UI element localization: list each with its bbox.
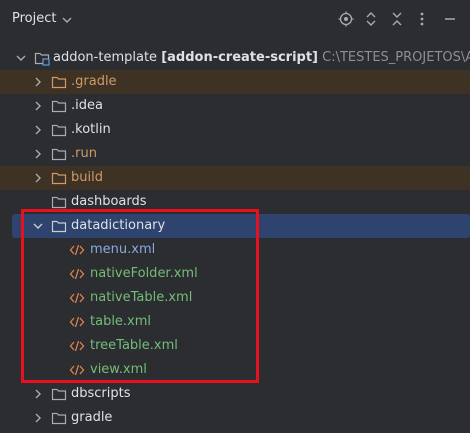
collapse-all-icon[interactable]	[389, 11, 405, 27]
tree-item-gradle[interactable]: gradle	[0, 406, 470, 430]
chevron-right-icon[interactable]	[32, 172, 44, 184]
xml-file-icon	[69, 244, 85, 256]
folder-icon	[51, 100, 67, 113]
tree-item-label: .gradle	[71, 74, 117, 89]
tree-item-label: .idea	[71, 98, 103, 113]
folder-icon	[51, 220, 67, 233]
root-path: C:\TESTES_PROJETOS\Addo	[322, 50, 470, 65]
folder-icon	[51, 124, 67, 137]
locate-icon[interactable]	[338, 11, 354, 27]
tree-item-label: table.xml	[90, 314, 152, 329]
tree-item-label: .kotlin	[71, 122, 111, 137]
chevron-down-icon[interactable]	[15, 52, 27, 64]
options-icon[interactable]	[414, 11, 430, 27]
minimize-icon[interactable]	[442, 11, 458, 27]
tree-root-row[interactable]: addon-template [addon-create-script] C:\…	[0, 46, 470, 70]
tree-item-label: .run	[71, 146, 97, 161]
folder-icon	[51, 76, 67, 89]
tree-item-dashboards[interactable]: dashboards	[0, 190, 470, 214]
chevron-down-icon[interactable]	[32, 220, 44, 232]
tree-item-label: dashboards	[71, 194, 147, 209]
folder-icon	[51, 148, 67, 161]
xml-file-icon	[69, 292, 85, 304]
xml-file-icon	[69, 340, 85, 352]
expand-all-icon[interactable]	[363, 11, 379, 27]
tree-file-nativetable-xml[interactable]: nativeTable.xml	[0, 286, 470, 310]
tree-item-label: build	[71, 170, 103, 185]
tree-item-label: treeTable.xml	[90, 338, 178, 353]
tree-item-kotlin[interactable]: .kotlin	[0, 118, 470, 142]
tree-item-label: gradle	[71, 410, 113, 425]
tree-file-nativefolder-xml[interactable]: nativeFolder.xml	[0, 262, 470, 286]
chevron-right-icon[interactable]	[32, 76, 44, 88]
tree-file-menu-xml[interactable]: menu.xml	[0, 238, 470, 262]
tree-item-gradle-dir[interactable]: .gradle	[0, 70, 470, 94]
tree-file-view-xml[interactable]: view.xml	[0, 358, 470, 382]
tree-item-label: datadictionary	[71, 218, 166, 233]
chevron-right-icon[interactable]	[32, 100, 44, 112]
chevron-right-icon[interactable]	[32, 124, 44, 136]
module-folder-icon	[34, 52, 50, 66]
xml-file-icon	[69, 268, 85, 280]
tree-item-idea[interactable]: .idea	[0, 94, 470, 118]
tree-file-treetable-xml[interactable]: treeTable.xml	[0, 334, 470, 358]
tree-file-table-xml[interactable]: table.xml	[0, 310, 470, 334]
tree-item-datadictionary[interactable]: datadictionary	[12, 214, 470, 238]
tree-item-label: dbscripts	[71, 386, 131, 401]
tree-item-run[interactable]: .run	[0, 142, 470, 166]
tree-item-label: menu.xml	[90, 242, 156, 257]
xml-file-icon	[69, 316, 85, 328]
folder-icon	[51, 388, 67, 401]
folder-icon	[51, 412, 67, 425]
project-panel-header: Project	[0, 0, 470, 40]
folder-icon	[51, 172, 67, 185]
chevron-down-icon[interactable]	[60, 13, 74, 27]
tree-item-dbscripts[interactable]: dbscripts	[0, 382, 470, 406]
chevron-right-icon[interactable]	[32, 388, 44, 400]
tree-item-label: view.xml	[90, 362, 147, 377]
chevron-right-icon[interactable]	[32, 412, 44, 424]
xml-file-icon	[69, 364, 85, 376]
tree-item-label: nativeTable.xml	[90, 290, 193, 305]
tree-item-label: nativeFolder.xml	[90, 266, 198, 281]
tree-item-build[interactable]: build	[0, 166, 470, 190]
panel-title[interactable]: Project	[12, 11, 56, 26]
folder-icon	[51, 196, 67, 209]
root-name: addon-template	[53, 50, 158, 65]
chevron-right-icon[interactable]	[32, 148, 44, 160]
root-module: [addon-create-script]	[161, 50, 318, 65]
